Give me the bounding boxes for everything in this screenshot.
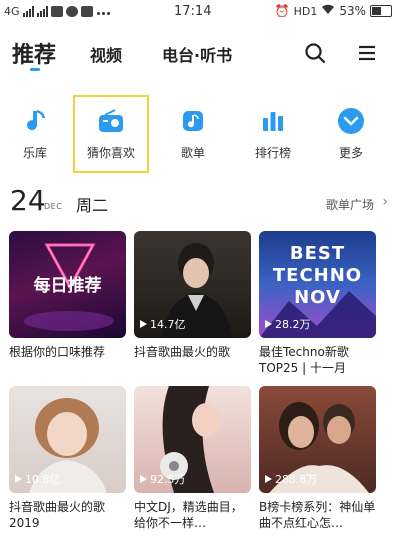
play-icon — [15, 475, 22, 483]
play-count-text: 92.5万 — [150, 473, 186, 486]
playlist-cover: 10.8亿 — [9, 386, 126, 493]
menu-icon[interactable] — [356, 42, 378, 64]
category-library[interactable]: 乐库 — [0, 100, 70, 170]
tab-recommend[interactable]: 推荐 — [12, 37, 56, 69]
play-icon — [140, 320, 147, 328]
wifi-icon — [321, 4, 335, 18]
date-day: 24 — [10, 184, 46, 217]
selection-highlight — [73, 95, 149, 173]
tab-video[interactable]: 视频 — [90, 42, 122, 66]
playlist-card[interactable]: 14.7亿 抖音歌曲最火的歌 — [134, 231, 251, 360]
playlist-cover: 92.5万 — [134, 386, 251, 493]
cover-title: 每日推荐 — [33, 276, 102, 296]
playlist-card[interactable]: 288.8万 B榜卡榜系列：神仙单曲不点红心怎… — [259, 386, 376, 531]
notification-icon — [50, 5, 63, 17]
category-row: 乐库 猜你喜欢 歌单 排行榜 更多 — [0, 100, 400, 170]
status-bar: 4G 17:14 ⏰ HD1 53% — [0, 0, 400, 24]
playlist-icon — [178, 106, 208, 136]
playlist-cover: BEST TECHNO NOV 28.2万 — [259, 231, 376, 338]
status-time: 17:14 — [174, 4, 212, 19]
playlist-card[interactable]: 92.5万 中文DJ，精选曲目，给你不一样… — [134, 386, 251, 531]
chevron-down-icon — [336, 106, 366, 136]
status-right: ⏰ HD1 53% — [275, 4, 392, 18]
play-count-text: 10.8亿 — [25, 473, 61, 486]
playlist-title: B榜卡榜系列：神仙单曲不点红心怎… — [259, 500, 376, 530]
play-count: 92.5万 — [140, 471, 186, 487]
app-icon — [65, 5, 78, 17]
play-count: 10.8亿 — [15, 471, 61, 487]
category-label: 歌单 — [180, 146, 205, 160]
play-icon — [140, 475, 147, 483]
date-month: DEC — [44, 202, 63, 211]
playlist-card[interactable]: 10.8亿 抖音歌曲最火的歌2019 — [9, 386, 126, 531]
category-playlist[interactable]: 歌单 — [158, 100, 228, 170]
playlist-title: 抖音歌曲最火的歌 — [134, 345, 231, 359]
category-label: 更多 — [338, 146, 363, 160]
more-dots-icon — [96, 4, 111, 18]
message-icon — [80, 5, 93, 17]
chevron-right-icon[interactable]: › — [382, 194, 388, 210]
signal-icon — [22, 5, 34, 17]
tab-radio-audiobook[interactable]: 电台·听书 — [162, 42, 232, 66]
playlist-card[interactable]: 每日推荐 根据你的口味推荐 — [9, 231, 126, 360]
cover-title: BEST TECHNO NOV — [272, 243, 363, 308]
category-label: 排行榜 — [254, 146, 291, 160]
playlist-title: 最佳Techno新歌TOP25 | 十一月 — [259, 345, 349, 375]
status-left: 4G — [4, 4, 111, 18]
play-count-text: 28.2万 — [275, 318, 311, 331]
category-label: 乐库 — [22, 146, 47, 160]
date-row: 24 DEC 周二 歌单广场 › — [0, 184, 400, 224]
battery-text: 53% — [339, 4, 366, 18]
category-more[interactable]: 更多 — [316, 100, 386, 170]
playlist-title: 根据你的口味推荐 — [9, 345, 106, 359]
bar-chart-icon — [258, 106, 288, 136]
playlist-cover: 每日推荐 — [9, 231, 126, 338]
alarm-icon: ⏰ — [274, 4, 290, 18]
play-count: 28.2万 — [265, 316, 311, 332]
play-count: 14.7亿 — [140, 316, 186, 332]
playlist-plaza-link[interactable]: 歌单广场 — [326, 196, 374, 213]
playlist-card[interactable]: BEST TECHNO NOV 28.2万 最佳Techno新歌TOP25 | … — [259, 231, 376, 376]
top-nav: 推荐 视频 电台·听书 — [0, 28, 400, 76]
play-count-text: 288.8万 — [275, 473, 318, 486]
playlist-title: 抖音歌曲最火的歌2019 — [9, 500, 106, 530]
battery-icon — [370, 5, 392, 17]
play-count-text: 14.7亿 — [150, 318, 186, 331]
playlist-title: 中文DJ，精选曲目，给你不一样… — [134, 500, 243, 530]
active-tab-indicator — [30, 68, 40, 71]
play-icon — [265, 320, 272, 328]
hd-label: HD1 — [293, 4, 318, 18]
search-icon[interactable] — [304, 42, 326, 64]
play-icon — [265, 475, 272, 483]
playlist-cover: 14.7亿 — [134, 231, 251, 338]
play-count: 288.8万 — [265, 471, 318, 487]
playlist-cover: 288.8万 — [259, 386, 376, 493]
network-label: 4G — [4, 4, 20, 18]
date-weekday: 周二 — [76, 196, 109, 215]
category-charts[interactable]: 排行榜 — [238, 100, 308, 170]
signal2-icon — [36, 5, 48, 17]
music-note-icon — [20, 106, 50, 136]
